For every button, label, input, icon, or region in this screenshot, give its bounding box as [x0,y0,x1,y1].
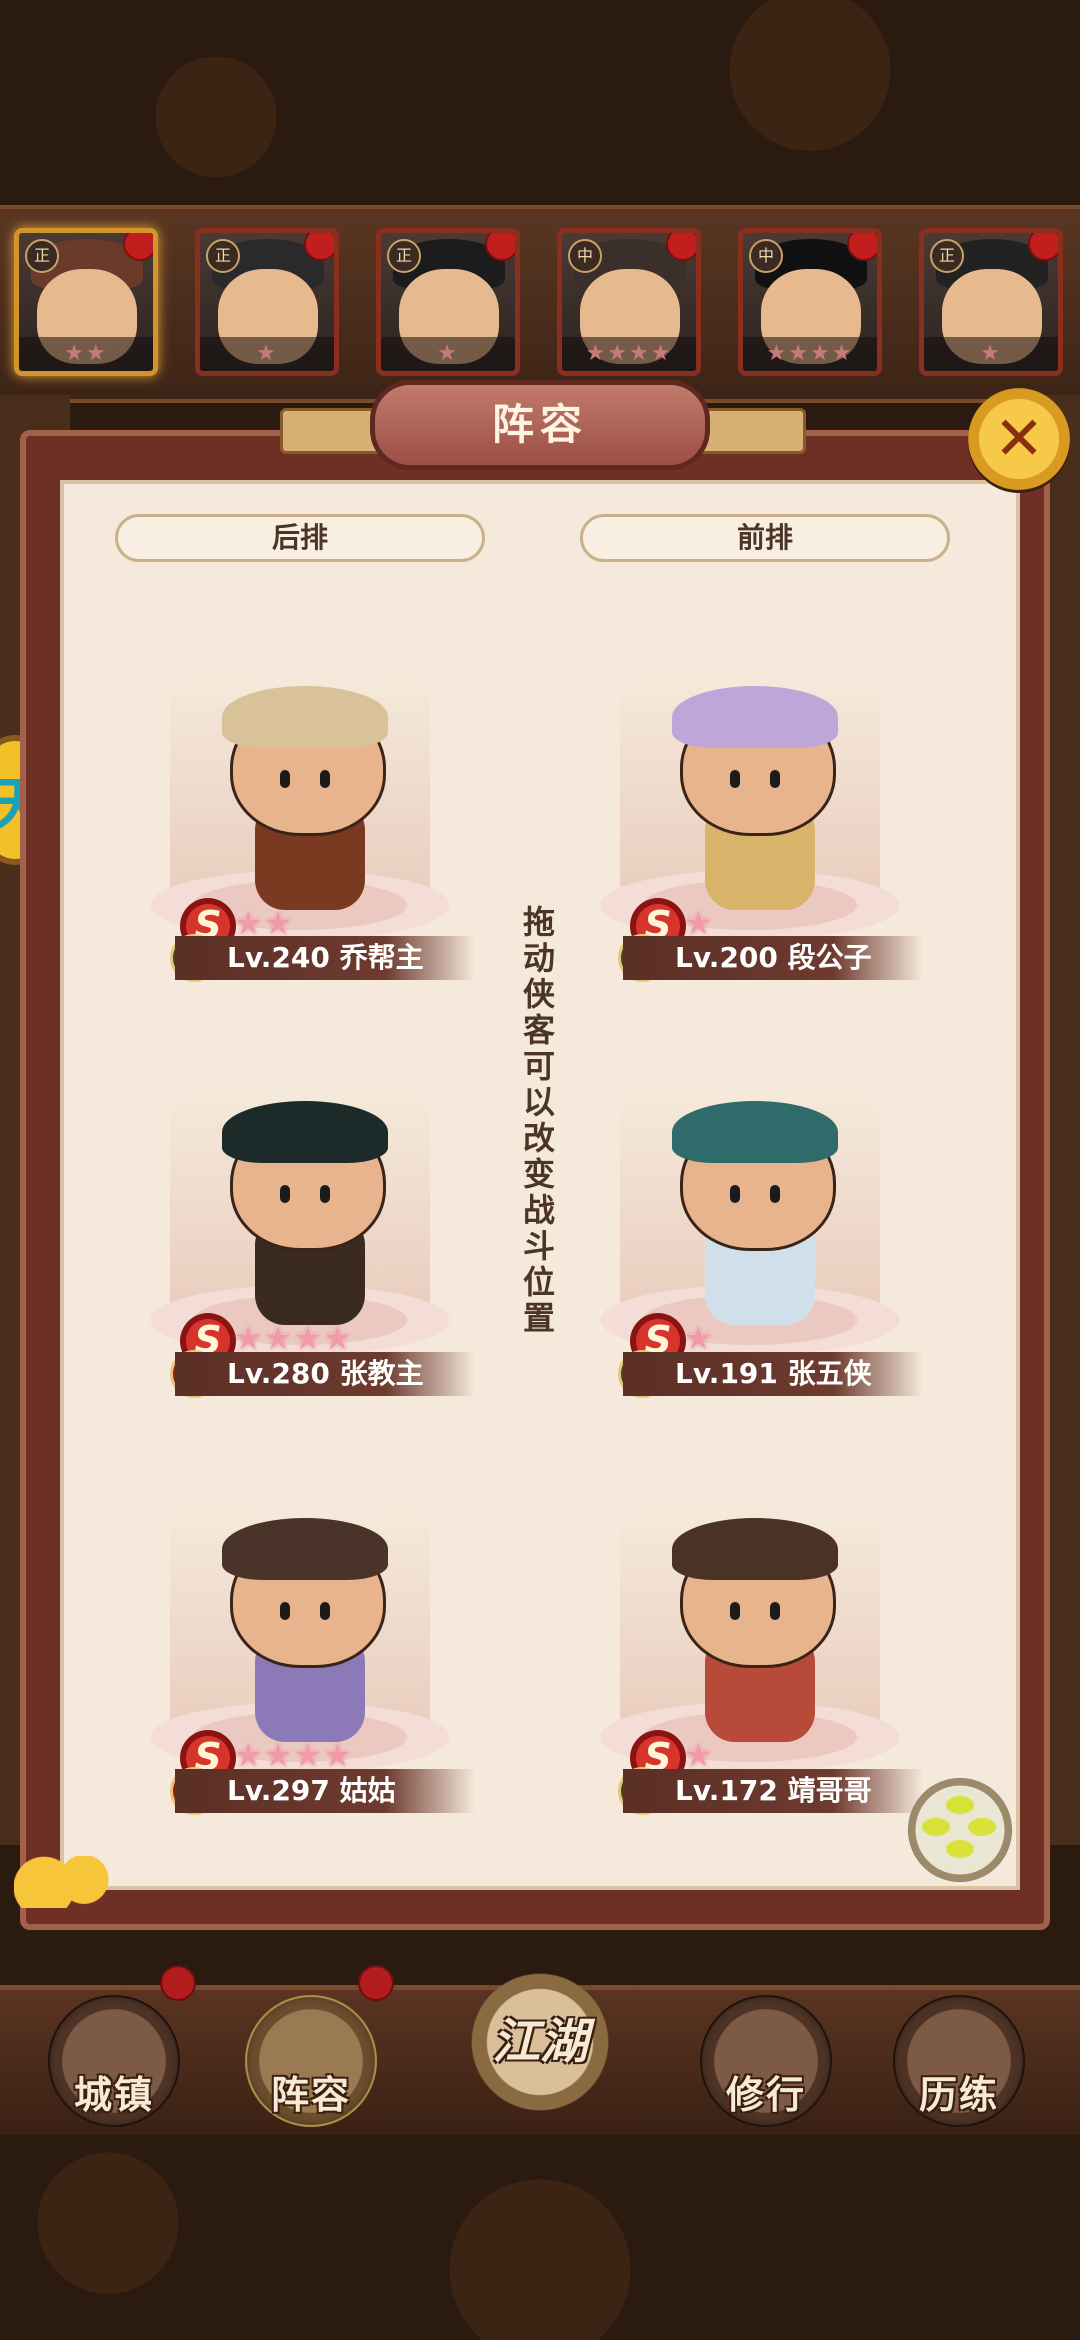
camp-badge: 正 [25,239,59,273]
notification-dot [847,233,877,261]
star-rating: ★ [924,337,1058,371]
star-rating: ★ [200,337,334,371]
formation-slot-front-3[interactable]: S ★ [580,1512,920,1812]
nav-practice-label: 修行 [725,2072,806,2117]
nav-town-label: 城镇 [73,2072,154,2117]
hero-name-label: Lv.200 段公子 [623,936,923,980]
roster-hero-2[interactable]: 正 ★ [195,228,339,376]
flower-icon [946,1796,974,1814]
hero-name-label: Lv.191 张五侠 [623,1352,923,1396]
notification-dot [304,233,334,261]
nav-jianghu[interactable]: 江湖 [455,1962,625,2122]
camp-badge: 正 [206,239,240,273]
camp-badge: 正 [387,239,421,273]
hero-name-label: Lv.172 靖哥哥 [623,1769,923,1813]
nav-practice[interactable]: 修行 [700,1995,832,2127]
hero-name-label: Lv.280 张教主 [175,1352,475,1396]
notification-dot [1028,233,1058,261]
roster-hero-4[interactable]: 中 ★★★★ [557,228,701,376]
roster-hero-6[interactable]: 正 ★ [919,228,1063,376]
formation-slot-back-1[interactable]: S ★★ [130,680,470,980]
front-row-header: 前排 [580,514,950,562]
star-rating: ★★ [19,337,153,371]
nav-town[interactable]: 城镇 [48,1995,180,2127]
flower-button[interactable] [908,1778,1012,1882]
camp-badge: 中 [568,239,602,273]
notification-dot [358,1965,394,2001]
star-rating: ★ [381,337,515,371]
close-icon: ✕ [993,404,1045,474]
close-button[interactable]: ✕ [968,388,1070,490]
camp-badge: 正 [930,239,964,273]
panel-title-plate: 阵容 [280,380,806,480]
notification-dot [160,1965,196,2001]
hero-name-label: Lv.297 姑姑 [175,1769,475,1813]
hero-roster-bar [0,205,1080,403]
notification-dot [485,233,515,261]
hero-name-label: Lv.240 乔帮主 [175,936,475,980]
drag-hint-text: 拖动侠客可以改变战斗位置 [518,905,556,1337]
notification-dot [666,233,696,261]
nav-lineup[interactable]: 阵容 [245,1995,377,2127]
camp-badge: 中 [749,239,783,273]
nav-training-label: 历练 [918,2072,999,2117]
nav-lineup-label: 阵容 [270,2072,351,2117]
formation-slot-back-2[interactable]: S ★★★★ [130,1095,470,1395]
star-rating: ★★★★ [743,337,877,371]
notification-dot [123,233,153,261]
cloud-ornament-icon [14,1856,114,1908]
formation-slot-front-1[interactable]: S ★ [580,680,920,980]
nav-jianghu-label: 江湖 [491,2014,588,2070]
formation-slot-front-2[interactable]: S ★ [580,1095,920,1395]
roster-hero-5[interactable]: 中 ★★★★ [738,228,882,376]
roster-hero-1[interactable]: 正 ★★ [14,228,158,376]
star-rating: ★★★★ [562,337,696,371]
formation-slot-back-3[interactable]: S ★★★★ [130,1512,470,1812]
back-row-header: 后排 [115,514,485,562]
panel-title: 阵容 [370,380,710,470]
nav-training[interactable]: 历练 [893,1995,1025,2127]
roster-hero-3[interactable]: 正 ★ [376,228,520,376]
